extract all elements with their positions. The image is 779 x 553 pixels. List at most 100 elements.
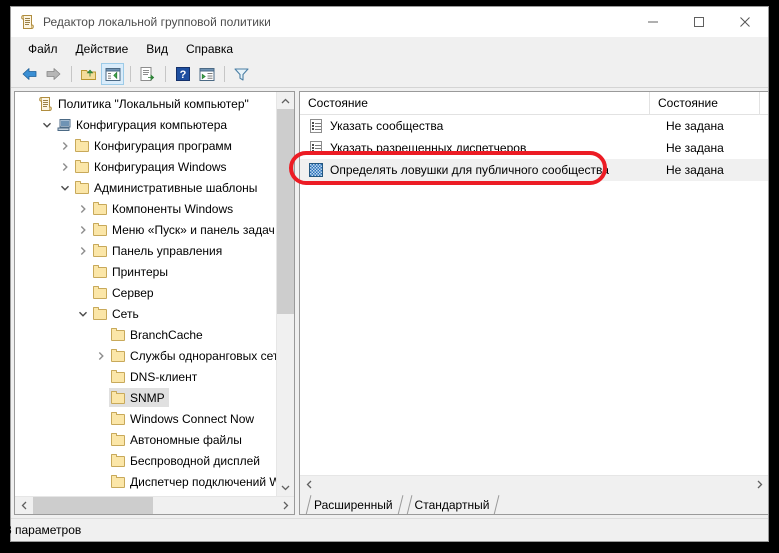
tree-node[interactable]: DNS-клиент bbox=[15, 366, 276, 387]
folder-icon bbox=[74, 180, 90, 196]
tree-node-content[interactable]: Панель управления bbox=[91, 241, 226, 260]
chevron-right-icon[interactable] bbox=[75, 222, 91, 238]
chevron-down-icon[interactable] bbox=[57, 180, 73, 196]
tree-node-content[interactable]: Компоненты Windows bbox=[91, 199, 237, 218]
export-list-icon[interactable] bbox=[195, 63, 218, 85]
column-extra[interactable] bbox=[760, 92, 768, 114]
tree-node[interactable]: Автономные файлы bbox=[15, 429, 276, 450]
tree-node[interactable]: BranchCache bbox=[15, 324, 276, 345]
tree-node[interactable]: Административные шаблоны bbox=[15, 177, 276, 198]
tree-hscroll-thumb[interactable] bbox=[33, 497, 153, 514]
tree-node[interactable]: Беспроводной дисплей bbox=[15, 450, 276, 471]
folder-icon bbox=[110, 327, 126, 343]
tree-horizontal-scrollbar[interactable] bbox=[15, 496, 294, 514]
settings-list-pane: Состояние Состояние Указать сообщества Не… bbox=[299, 91, 769, 515]
chevron-down-icon[interactable] bbox=[75, 306, 91, 322]
scroll-right-icon[interactable] bbox=[277, 497, 294, 514]
tree-node-content[interactable]: Политика "Локальный компьютер" bbox=[37, 94, 253, 113]
scroll-left-icon[interactable] bbox=[15, 497, 32, 514]
tree-node[interactable]: Конфигурация программ bbox=[15, 135, 276, 156]
tree-node-content[interactable]: Принтеры bbox=[91, 262, 172, 281]
chevron-right-icon[interactable] bbox=[57, 159, 73, 175]
close-button[interactable] bbox=[722, 7, 768, 37]
title-bar: Редактор локальной групповой политики bbox=[11, 7, 768, 37]
chevron-down-icon[interactable] bbox=[39, 117, 55, 133]
chevron-none bbox=[93, 453, 109, 469]
chevron-right-icon[interactable] bbox=[75, 201, 91, 217]
tab-extended[interactable]: Расширенный bbox=[304, 496, 405, 514]
help-icon[interactable]: ? bbox=[171, 63, 194, 85]
tab-standard[interactable]: Стандартный bbox=[405, 496, 502, 514]
policy-name-cell[interactable]: Определять ловушки для публичного сообще… bbox=[300, 162, 650, 178]
chevron-right-icon[interactable] bbox=[75, 243, 91, 259]
tree-node[interactable]: Политика "Локальный компьютер" bbox=[15, 93, 276, 114]
tree-node[interactable]: SNMP bbox=[15, 387, 276, 408]
chevron-right-icon[interactable] bbox=[93, 348, 109, 364]
policy-name-cell[interactable]: Указать разрешенных диспетчеров bbox=[300, 140, 650, 156]
tree-vertical-scrollbar[interactable] bbox=[276, 92, 294, 496]
tree-node[interactable]: Сервер bbox=[15, 282, 276, 303]
policy-name-cell[interactable]: Указать сообщества bbox=[300, 118, 650, 134]
policy-tree: Политика "Локальный компьютер" Конфигурац… bbox=[15, 93, 276, 496]
tree-node-content[interactable]: DNS-клиент bbox=[109, 367, 201, 386]
list-horizontal-scrollbar[interactable] bbox=[300, 475, 768, 493]
tree-node-content[interactable]: Конфигурация компьютера bbox=[55, 115, 231, 134]
tree-node-content[interactable]: Административные шаблоны bbox=[73, 178, 261, 197]
tree-node[interactable]: Панель управления bbox=[15, 240, 276, 261]
tree-node[interactable]: Диспетчер подключений Windows bbox=[15, 471, 276, 492]
tree-node-content[interactable]: Конфигурация Windows bbox=[73, 157, 231, 176]
policy-document-icon bbox=[38, 96, 54, 112]
tree-node-content[interactable]: SNMP bbox=[109, 388, 169, 407]
maximize-button[interactable] bbox=[676, 7, 722, 37]
menu-file[interactable]: Файл bbox=[19, 39, 67, 59]
menu-action[interactable]: Действие bbox=[67, 39, 138, 59]
tree-node-content[interactable]: Беспроводной дисплей bbox=[109, 451, 264, 470]
tree-node[interactable]: Конфигурация Windows bbox=[15, 156, 276, 177]
menu-help[interactable]: Справка bbox=[177, 39, 242, 59]
list-scroll-right-icon[interactable] bbox=[751, 476, 768, 493]
scroll-up-icon[interactable] bbox=[277, 92, 294, 109]
tree-node-content[interactable]: Сеть bbox=[91, 304, 143, 323]
scroll-down-icon[interactable] bbox=[277, 479, 294, 496]
menu-view[interactable]: Вид bbox=[137, 39, 177, 59]
show-hide-tree-icon[interactable] bbox=[101, 63, 124, 85]
tree-node[interactable]: Службы одноранговых сетей bbox=[15, 345, 276, 366]
tree-scroll-thumb[interactable] bbox=[277, 109, 294, 314]
column-state[interactable]: Состояние bbox=[650, 92, 760, 114]
tree-scroll-track[interactable] bbox=[277, 109, 294, 479]
chevron-right-icon[interactable] bbox=[57, 138, 73, 154]
folder-icon bbox=[110, 369, 126, 385]
tree-node-content[interactable]: Диспетчер подключений Windows bbox=[109, 472, 276, 491]
tree-node-content[interactable]: BranchCache bbox=[109, 325, 207, 344]
tree-node-label: SNMP bbox=[130, 390, 165, 405]
column-setting[interactable]: Состояние bbox=[300, 92, 650, 114]
table-row[interactable]: Указать разрешенных диспетчеров Не задана bbox=[300, 137, 768, 159]
back-icon[interactable] bbox=[18, 63, 41, 85]
tree-node-content[interactable]: Меню «Пуск» и панель задач bbox=[91, 220, 276, 239]
list-scroll-left-icon[interactable] bbox=[300, 476, 317, 493]
tree-node[interactable]: Компоненты Windows bbox=[15, 198, 276, 219]
table-row[interactable]: Определять ловушки для публичного сообще… bbox=[300, 159, 768, 181]
tree-node[interactable]: Windows Connect Now bbox=[15, 408, 276, 429]
tree-node-content[interactable]: Автономные файлы bbox=[109, 430, 246, 449]
filter-icon[interactable] bbox=[230, 63, 253, 85]
tree-node-label: BranchCache bbox=[130, 327, 203, 342]
tree-node[interactable]: Меню «Пуск» и панель задач bbox=[15, 219, 276, 240]
tree-node[interactable]: Конфигурация компьютера bbox=[15, 114, 276, 135]
folder-icon bbox=[110, 348, 126, 364]
tree-node[interactable]: Сеть bbox=[15, 303, 276, 324]
chevron-none bbox=[93, 432, 109, 448]
forward-icon[interactable] bbox=[42, 63, 65, 85]
table-row[interactable]: Указать сообщества Не задана bbox=[300, 115, 768, 137]
folder-icon bbox=[92, 306, 108, 322]
tree-node-content[interactable]: Службы одноранговых сетей bbox=[109, 346, 276, 365]
tree-node-content[interactable]: Сервер bbox=[91, 283, 158, 302]
tree-node[interactable]: Принтеры bbox=[15, 261, 276, 282]
properties-icon[interactable] bbox=[136, 63, 159, 85]
tree-node-content[interactable]: Windows Connect Now bbox=[109, 409, 258, 428]
chevron-none bbox=[21, 96, 37, 112]
minimize-button[interactable] bbox=[630, 7, 676, 37]
tree-node-content[interactable]: Конфигурация программ bbox=[73, 136, 236, 155]
policy-name-text: Определять ловушки для публичного сообще… bbox=[330, 163, 609, 177]
up-folder-icon[interactable] bbox=[77, 63, 100, 85]
